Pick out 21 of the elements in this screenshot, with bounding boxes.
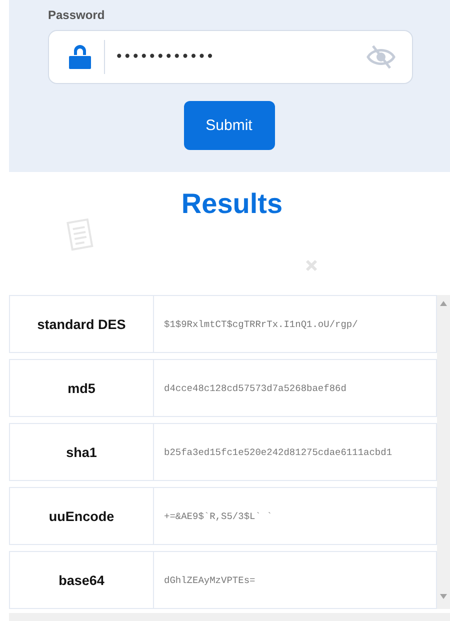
password-label: Password (48, 8, 106, 24)
hash-cell-text: dGhlZEAyMzVPTEs= (163, 574, 256, 588)
eye-slash-icon[interactable] (366, 44, 396, 70)
results-title: Results (181, 188, 283, 219)
hash-cell-text: d4cce48c128cd57573d7a5268baef86d (163, 382, 348, 396)
hash-cell-text: b25fa3ed15fc1e520e242d81275cdae6111acbd1 (163, 446, 394, 460)
document-icon (66, 218, 94, 252)
algorithm-cell: md5 (10, 360, 154, 416)
hash-cell-text: $1$9RxlmtCT$cgTRRrTx.I1nQ1.oU/rgp/ (163, 318, 359, 332)
submit-button[interactable]: Submit (184, 101, 274, 150)
algorithm-cell: base64 (10, 552, 154, 608)
cross-icon (305, 259, 318, 272)
algorithm-cell: sha1 (10, 424, 154, 480)
password-input[interactable]: •••••••••••• (115, 49, 366, 65)
down-arrow-icon[interactable] (440, 594, 447, 599)
lock-icon (68, 44, 92, 70)
up-arrow-icon[interactable] (440, 301, 447, 306)
algorithm-cell: uuEncode (10, 488, 154, 544)
algorithm-cell: standard DES (10, 296, 154, 352)
vertical-scrollbar[interactable] (437, 295, 450, 609)
hash-cell-text: +=&AE9$`R,S5/3$L` ` (163, 510, 274, 524)
